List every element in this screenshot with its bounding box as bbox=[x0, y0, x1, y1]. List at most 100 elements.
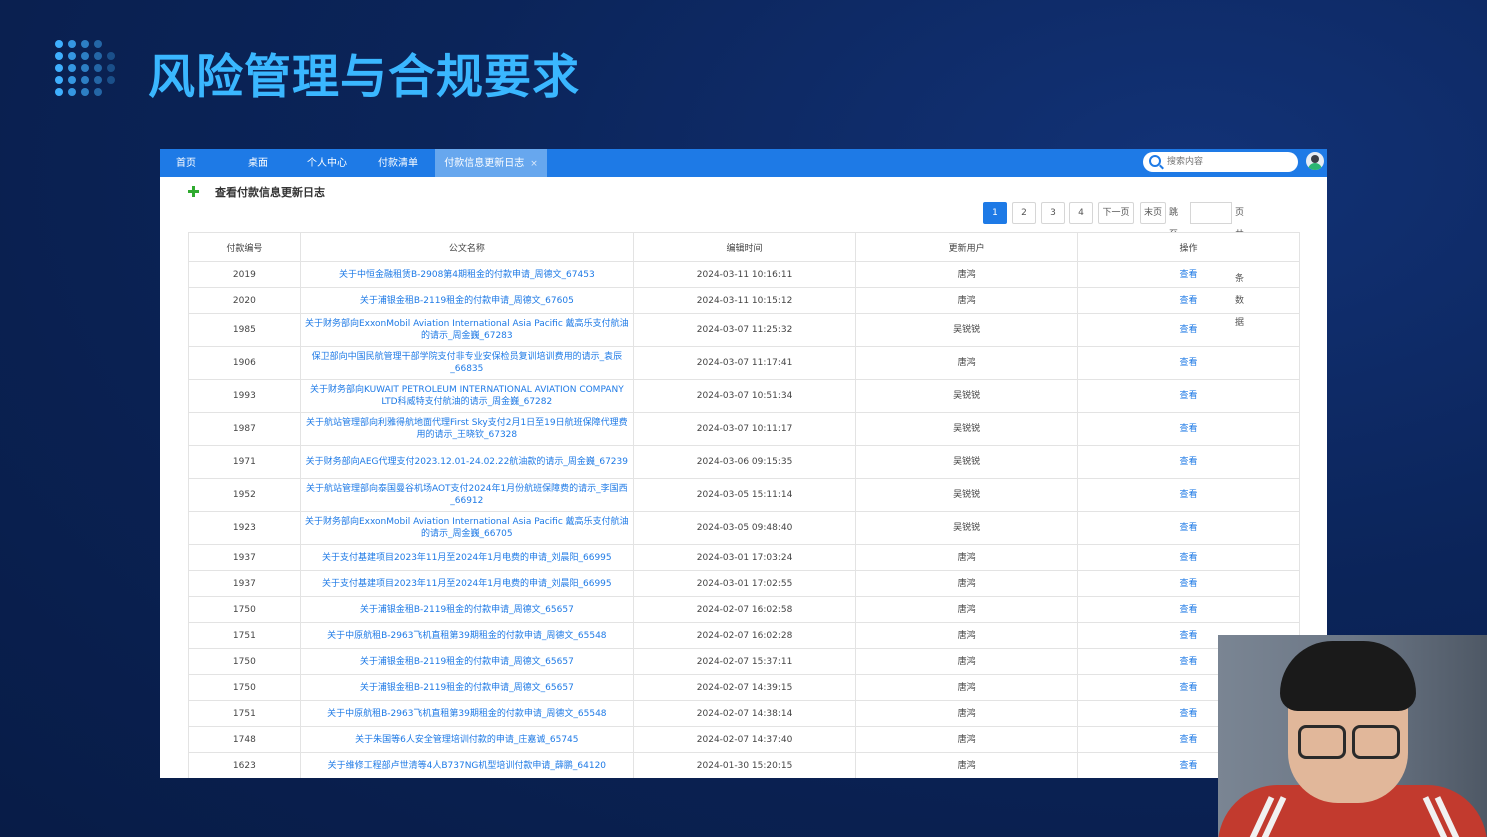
user-cell: 吴锐锐 bbox=[855, 313, 1079, 347]
table-row: 1985 关于财务部向ExxonMobil Aviation Internatio… bbox=[188, 313, 1300, 347]
last-page-button[interactable]: 末页 bbox=[1140, 202, 1166, 224]
goto-page-input[interactable] bbox=[1190, 202, 1232, 224]
id-cell: 1750 bbox=[188, 596, 301, 623]
column-header: 更新用户 bbox=[855, 232, 1079, 262]
view-link[interactable]: 查看 bbox=[1077, 379, 1300, 413]
id-cell: 1623 bbox=[188, 752, 301, 778]
user-cell: 吴锐锐 bbox=[855, 445, 1079, 479]
id-cell: 1937 bbox=[188, 570, 301, 597]
time-cell: 2024-03-05 15:11:14 bbox=[632, 478, 857, 512]
dot bbox=[94, 40, 102, 48]
view-link[interactable]: 查看 bbox=[1077, 412, 1300, 446]
search-input[interactable] bbox=[1165, 153, 1294, 171]
close-tab-icon[interactable]: × bbox=[530, 159, 538, 169]
title-link[interactable]: 关于航站管理部向泰国曼谷机场AOT支付2024年1月份航班保障费的请示_李国西_… bbox=[299, 478, 634, 512]
page-heading: 查看付款信息更新日志 bbox=[215, 186, 325, 199]
user-cell: 唐鸿 bbox=[855, 674, 1079, 701]
dot bbox=[55, 40, 63, 48]
tab-personal-center[interactable]: 个人中心 bbox=[296, 149, 358, 177]
user-cell: 唐鸿 bbox=[855, 570, 1079, 597]
dot bbox=[68, 88, 76, 96]
time-cell: 2024-03-11 10:16:11 bbox=[632, 261, 857, 288]
title-link[interactable]: 关于浦银金租B-2119租金的付款申请_周德文_65657 bbox=[299, 674, 634, 701]
time-cell: 2024-01-30 15:20:15 bbox=[632, 752, 857, 778]
title-link[interactable]: 关于财务部向ExxonMobil Aviation International … bbox=[299, 511, 634, 545]
view-link[interactable]: 查看 bbox=[1077, 313, 1300, 347]
title-link[interactable]: 关于支付基建项目2023年11月至2024年1月电费的申请_刘晨阳_66995 bbox=[299, 570, 634, 597]
id-cell: 1906 bbox=[188, 346, 301, 380]
title-link[interactable]: 关于财务部向ExxonMobil Aviation International … bbox=[299, 313, 634, 347]
time-cell: 2024-02-07 16:02:28 bbox=[632, 622, 857, 649]
page-button-2[interactable]: 2 bbox=[1012, 202, 1036, 224]
tab-desktop[interactable]: 桌面 bbox=[228, 149, 288, 177]
dot bbox=[107, 64, 115, 72]
title-link[interactable]: 关于中恒金融租赁B-2908第4期租金的付款申请_周德文_67453 bbox=[299, 261, 634, 288]
table-row: 1751 关于中原航租B-2963飞机直租第39期租金的付款申请_周德文_6554… bbox=[188, 700, 1300, 727]
title-link[interactable]: 关于财务部向AEG代理支付2023.12.01-24.02.22航油款的请示_周… bbox=[299, 445, 634, 479]
table-row: 1937 关于支付基建项目2023年11月至2024年1月电费的申请_刘晨阳_66… bbox=[188, 570, 1300, 597]
dot bbox=[81, 76, 89, 84]
column-header: 编辑时间 bbox=[632, 232, 857, 262]
webcam-overlay bbox=[1218, 635, 1487, 837]
title-link[interactable]: 关于中原航租B-2963飞机直租第39期租金的付款申请_周德文_65548 bbox=[299, 622, 634, 649]
user-cell: 唐鸿 bbox=[855, 596, 1079, 623]
title-link[interactable]: 关于浦银金租B-2119租金的付款申请_周德文_67605 bbox=[299, 287, 634, 314]
user-cell: 唐鸿 bbox=[855, 622, 1079, 649]
title-link[interactable]: 关于航站管理部向利雅得航地面代理First Sky支付2月1日至19日航班保障代… bbox=[299, 412, 634, 446]
view-link[interactable]: 查看 bbox=[1077, 478, 1300, 512]
time-cell: 2024-02-07 14:38:14 bbox=[632, 700, 857, 727]
tab-payment-update-log[interactable]: 付款信息更新日志 × bbox=[435, 149, 547, 177]
dot bbox=[107, 76, 115, 84]
table-row: 1750 关于浦银金租B-2119租金的付款申请_周德文_65657 2024-02… bbox=[188, 674, 1300, 701]
goto-label: 跳至 bbox=[1169, 208, 1179, 240]
page-button-1[interactable]: 1 bbox=[983, 202, 1007, 224]
table-header-row: 付款编号 公文名称 编辑时间 更新用户 操作 bbox=[188, 232, 1300, 262]
title-link[interactable]: 关于浦银金租B-2119租金的付款申请_周德文_65657 bbox=[299, 648, 634, 675]
time-cell: 2024-02-07 15:37:11 bbox=[632, 648, 857, 675]
tab-payment-list[interactable]: 付款清单 bbox=[368, 149, 428, 177]
id-cell: 1750 bbox=[188, 674, 301, 701]
user-cell: 唐鸿 bbox=[855, 752, 1079, 778]
table-row: 1937 关于支付基建项目2023年11月至2024年1月电费的申请_刘晨阳_66… bbox=[188, 544, 1300, 571]
title-link[interactable]: 关于浦银金租B-2119租金的付款申请_周德文_65657 bbox=[299, 596, 634, 623]
title-link[interactable]: 关于朱国等6人安全管理培训付款的申请_庄嘉诚_65745 bbox=[299, 726, 634, 753]
id-cell: 1985 bbox=[188, 313, 301, 347]
id-cell: 1750 bbox=[188, 648, 301, 675]
view-link[interactable]: 查看 bbox=[1077, 287, 1300, 314]
glasses-lens bbox=[1352, 725, 1400, 759]
view-link[interactable]: 查看 bbox=[1077, 261, 1300, 288]
time-cell: 2024-03-06 09:15:35 bbox=[632, 445, 857, 479]
title-link[interactable]: 关于维修工程部卢世清等4人B737NG机型培训付款申请_薛鹏_64120 bbox=[299, 752, 634, 778]
time-cell: 2024-02-07 14:37:40 bbox=[632, 726, 857, 753]
table-row: 1750 关于浦银金租B-2119租金的付款申请_周德文_65657 2024-02… bbox=[188, 648, 1300, 675]
user-cell: 唐鸿 bbox=[855, 700, 1079, 727]
search-icon bbox=[1149, 155, 1161, 167]
view-link[interactable]: 查看 bbox=[1077, 596, 1300, 623]
tab-home[interactable]: 首页 bbox=[160, 149, 212, 177]
view-link[interactable]: 查看 bbox=[1077, 445, 1300, 479]
user-cell: 吴锐锐 bbox=[855, 379, 1079, 413]
time-cell: 2024-03-01 17:02:55 bbox=[632, 570, 857, 597]
next-page-button[interactable]: 下一页 bbox=[1098, 202, 1134, 224]
user-avatar[interactable] bbox=[1306, 152, 1324, 170]
title-link[interactable]: 关于中原航租B-2963飞机直租第39期租金的付款申请_周德文_65548 bbox=[299, 700, 634, 727]
table-row: 2019 关于中恒金融租赁B-2908第4期租金的付款申请_周德文_67453 20… bbox=[188, 261, 1300, 288]
dot bbox=[81, 40, 89, 48]
page-button-3[interactable]: 3 bbox=[1041, 202, 1065, 224]
view-link[interactable]: 查看 bbox=[1077, 544, 1300, 571]
time-cell: 2024-03-07 10:11:17 bbox=[632, 412, 857, 446]
search-box[interactable] bbox=[1143, 152, 1298, 172]
title-link[interactable]: 关于财务部向KUWAIT PETROLEUM INTERNATIONAL AVI… bbox=[299, 379, 634, 413]
column-header: 操作 bbox=[1077, 232, 1300, 262]
view-link[interactable]: 查看 bbox=[1077, 346, 1300, 380]
pagination-summary: 页 共61条数据 bbox=[1235, 208, 1246, 328]
view-link[interactable]: 查看 bbox=[1077, 511, 1300, 545]
view-link[interactable]: 查看 bbox=[1077, 570, 1300, 597]
dot bbox=[81, 52, 89, 60]
dot bbox=[94, 88, 102, 96]
id-cell: 1751 bbox=[188, 700, 301, 727]
time-cell: 2024-02-07 14:39:15 bbox=[632, 674, 857, 701]
page-button-4[interactable]: 4 bbox=[1069, 202, 1093, 224]
title-link[interactable]: 关于支付基建项目2023年11月至2024年1月电费的申请_刘晨阳_66995 bbox=[299, 544, 634, 571]
title-link[interactable]: 保卫部向中国民航管理干部学院支付非专业安保检员复训培训费用的请示_袁辰_6683… bbox=[299, 346, 634, 380]
